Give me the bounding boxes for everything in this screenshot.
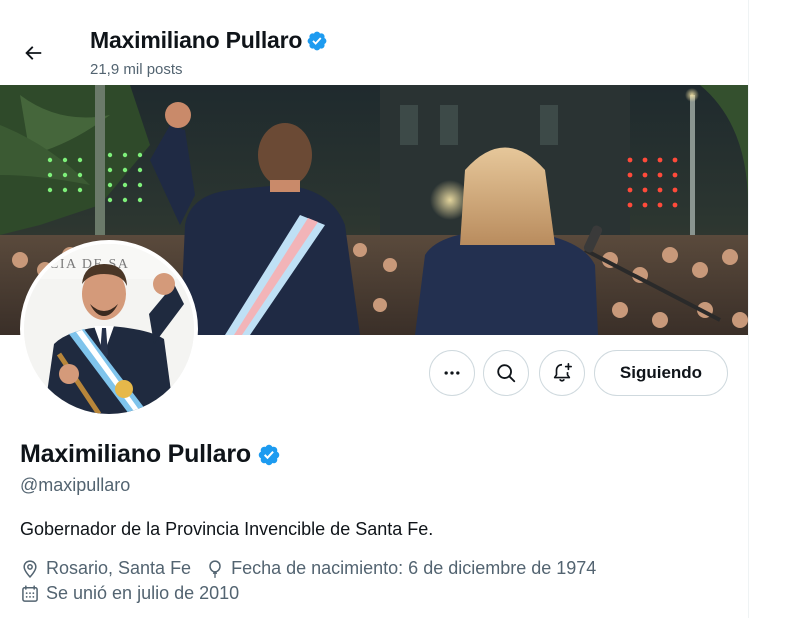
following-button[interactable]: Siguiendo [594, 350, 728, 396]
location-text: Rosario, Santa Fe [46, 558, 192, 578]
balloon-icon [209, 559, 221, 578]
header-title: Maximiliano Pullaro [90, 27, 328, 54]
avatar-image: CIA DE SA [24, 244, 194, 414]
search-icon [497, 364, 516, 383]
location-pin-icon [23, 559, 37, 578]
column-divider [748, 0, 749, 618]
profile-column: Maximiliano Pullaro 21,9 mil posts CIA D… [0, 0, 748, 618]
joined-text: Se unió en julio de 2010 [46, 583, 240, 603]
verified-badge-icon [307, 31, 327, 50]
more-dots-icon [444, 371, 460, 375]
back-button[interactable] [14, 34, 52, 72]
profile-joined-row: Se unió en julio de 2010 [20, 583, 253, 604]
calendar-icon [22, 584, 38, 602]
verified-badge-icon[interactable] [257, 443, 281, 467]
profile-header: Maximiliano Pullaro 21,9 mil posts [0, 0, 748, 85]
birthdate-text: Fecha de nacimiento: 6 de diciembre de 1… [231, 558, 597, 578]
location-item: Rosario, Santa Fe [20, 558, 191, 579]
arrow-left-icon [25, 46, 42, 60]
notifications-button[interactable] [539, 350, 585, 396]
more-options-button[interactable] [429, 350, 475, 396]
posts-count: 21,9 mil posts [90, 61, 183, 78]
profile-avatar[interactable]: CIA DE SA [20, 240, 198, 418]
search-profile-button[interactable] [483, 350, 529, 396]
profile-bio: Gobernador de la Provincia Invencible de… [20, 519, 434, 539]
bell-plus-icon [553, 363, 572, 382]
header-name-text: Maximiliano Pullaro [90, 27, 303, 53]
profile-meta-row: Rosario, Santa Fe Fecha de nacimiento: 6… [20, 558, 610, 579]
profile-name: Maximiliano Pullaro [20, 440, 281, 469]
profile-name-text: Maximiliano Pullaro [20, 440, 251, 468]
joined-item: Se unió en julio de 2010 [20, 583, 239, 604]
birthdate-item: Fecha de nacimiento: 6 de diciembre de 1… [205, 558, 596, 579]
profile-handle: @maxipullaro [20, 475, 131, 495]
